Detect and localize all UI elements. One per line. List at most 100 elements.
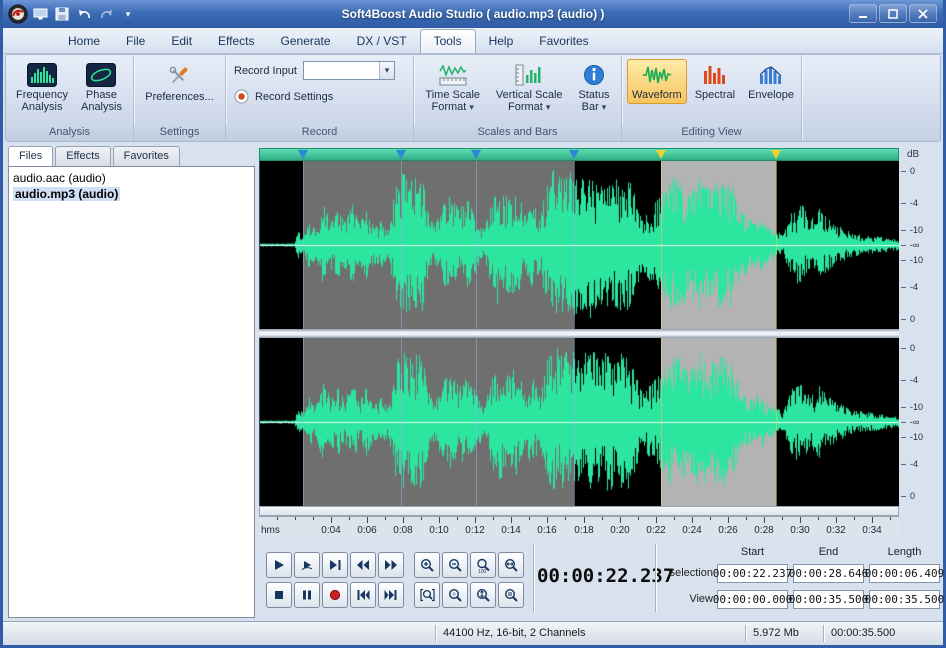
- timeline-tick: [457, 517, 458, 520]
- record-input-combobox[interactable]: [303, 61, 395, 80]
- zoom-reset-button[interactable]: [498, 582, 524, 608]
- envelope-view-button[interactable]: Envelope: [743, 59, 799, 104]
- section-marker[interactable]: [569, 150, 579, 159]
- skip-back-button[interactable]: [350, 552, 376, 578]
- tab-generate[interactable]: Generate: [268, 30, 344, 53]
- marker-line: [661, 161, 662, 329]
- selection-marker[interactable]: [771, 150, 781, 159]
- zoom-vertical-button[interactable]: [470, 582, 496, 608]
- play-to-end-button[interactable]: [322, 552, 348, 578]
- maximize-button[interactable]: [879, 4, 907, 23]
- tab-dx-vst[interactable]: DX / VST: [344, 30, 420, 53]
- time-scale-format-button[interactable]: Time Scale Format: [420, 59, 485, 117]
- record-settings-icon: [234, 89, 249, 104]
- section-marker[interactable]: [471, 150, 481, 159]
- selection-end-field[interactable]: 00:00:28.646: [793, 564, 864, 583]
- waveform-canvas-2[interactable]: [260, 338, 899, 506]
- view-end-field[interactable]: 00:00:35.500: [793, 590, 864, 609]
- preferences-button[interactable]: Preferences...: [140, 59, 218, 106]
- zoom-100-button[interactable]: 100: [470, 552, 496, 578]
- selection-length-field[interactable]: 00:00:06.409: [869, 564, 940, 583]
- timeline-tick-major: [439, 517, 440, 523]
- phase-analysis-icon: [86, 63, 116, 87]
- waveform-view-button[interactable]: Waveform: [627, 59, 687, 104]
- redo-icon[interactable]: [96, 5, 116, 23]
- section-marker[interactable]: [298, 150, 308, 159]
- timeline-tick-label: 0:34: [862, 525, 881, 536]
- timeline-tick-label: 0:32: [826, 525, 845, 536]
- zoom-in-button[interactable]: [414, 552, 440, 578]
- customize-caret-icon[interactable]: [118, 5, 138, 23]
- play-to-end-icon: [328, 558, 342, 572]
- zoom-out-button[interactable]: [442, 552, 468, 578]
- zoom-100-icon: 100: [476, 558, 491, 573]
- minimize-button[interactable]: [849, 4, 877, 23]
- go-to-start-button[interactable]: [350, 582, 376, 608]
- skip-back-icon: [356, 558, 370, 572]
- marker-line: [401, 161, 402, 329]
- tab-help[interactable]: Help: [476, 30, 527, 53]
- close-button[interactable]: [909, 4, 937, 23]
- waveform-canvas-1[interactable]: [260, 161, 899, 329]
- db-scale-tick: [901, 437, 906, 438]
- tab-favorites-panel[interactable]: Favorites: [113, 146, 180, 166]
- status-bar-icon: [582, 63, 606, 87]
- list-item-selected[interactable]: audio.mp3 (audio): [11, 186, 252, 202]
- spectral-view-button[interactable]: Spectral: [690, 59, 740, 104]
- zoom-fit-button[interactable]: [498, 552, 524, 578]
- save-icon[interactable]: [52, 5, 72, 23]
- vertical-scale-format-button[interactable]: Vertical Scale Format: [491, 59, 568, 117]
- record-input-field[interactable]: [304, 62, 379, 79]
- app-logo[interactable]: [8, 5, 28, 23]
- skip-forward-button[interactable]: [378, 552, 404, 578]
- status-bar-button[interactable]: Status Bar: [573, 59, 614, 117]
- horizontal-scrollbar[interactable]: [259, 506, 899, 516]
- section-marker[interactable]: [396, 150, 406, 159]
- statusbar-separator: [435, 625, 437, 642]
- waveform-channel-left[interactable]: [259, 161, 899, 329]
- timeline-tick-label: 0:04: [321, 525, 340, 536]
- db-scale-label: -∞: [910, 240, 919, 250]
- go-to-end-button[interactable]: [378, 582, 404, 608]
- group-label-analysis: Analysis: [6, 124, 133, 141]
- tab-tools[interactable]: Tools: [420, 29, 476, 53]
- db-scale-tick: [901, 380, 906, 381]
- timeline[interactable]: hms 0:040:060:080:100:120:140:160:180:20…: [259, 516, 899, 538]
- view-length-field[interactable]: 00:00:35.500: [869, 590, 940, 609]
- record-input-label: Record Input: [234, 65, 297, 77]
- tab-files[interactable]: Files: [8, 146, 53, 166]
- waveform-channel-right[interactable]: [259, 338, 899, 506]
- timeline-tick: [565, 517, 566, 520]
- list-item[interactable]: audio.aac (audio): [11, 170, 252, 186]
- play-button[interactable]: [266, 552, 292, 578]
- pause-button[interactable]: [294, 582, 320, 608]
- record-input-dropdown-icon[interactable]: [379, 62, 394, 79]
- timeline-tick: [746, 517, 747, 520]
- zoom-selection-button[interactable]: [414, 582, 440, 608]
- selection-start-field[interactable]: 00:00:22.237: [717, 564, 788, 583]
- tab-favorites[interactable]: Favorites: [526, 30, 601, 53]
- tab-effects[interactable]: Effects: [205, 30, 267, 53]
- frequency-analysis-button[interactable]: Frequency Analysis: [11, 59, 73, 117]
- timeline-tick-label: 0:20: [610, 525, 629, 536]
- tab-home[interactable]: Home: [55, 30, 113, 53]
- zoom-out-full-button[interactable]: [442, 582, 468, 608]
- timeline-tick: [782, 517, 783, 520]
- record-settings-button[interactable]: Record Settings: [234, 89, 405, 104]
- tab-file[interactable]: File: [113, 30, 158, 53]
- view-start-field[interactable]: 00:00:00.000: [717, 590, 788, 609]
- marker-line: [776, 161, 777, 329]
- phase-analysis-button[interactable]: Phase Analysis: [76, 59, 127, 117]
- tab-effects-panel[interactable]: Effects: [55, 146, 110, 166]
- marker-bar[interactable]: [259, 148, 899, 161]
- selection-marker[interactable]: [656, 150, 666, 159]
- spectral-view-icon: [702, 63, 728, 87]
- stop-button[interactable]: [266, 582, 292, 608]
- undo-icon[interactable]: [74, 5, 94, 23]
- stop-icon: [272, 588, 286, 602]
- record-button[interactable]: [322, 582, 348, 608]
- tab-edit[interactable]: Edit: [158, 30, 205, 53]
- screen-icon[interactable]: [30, 5, 50, 23]
- play-all-button[interactable]: [294, 552, 320, 578]
- frequency-analysis-icon: [27, 63, 57, 87]
